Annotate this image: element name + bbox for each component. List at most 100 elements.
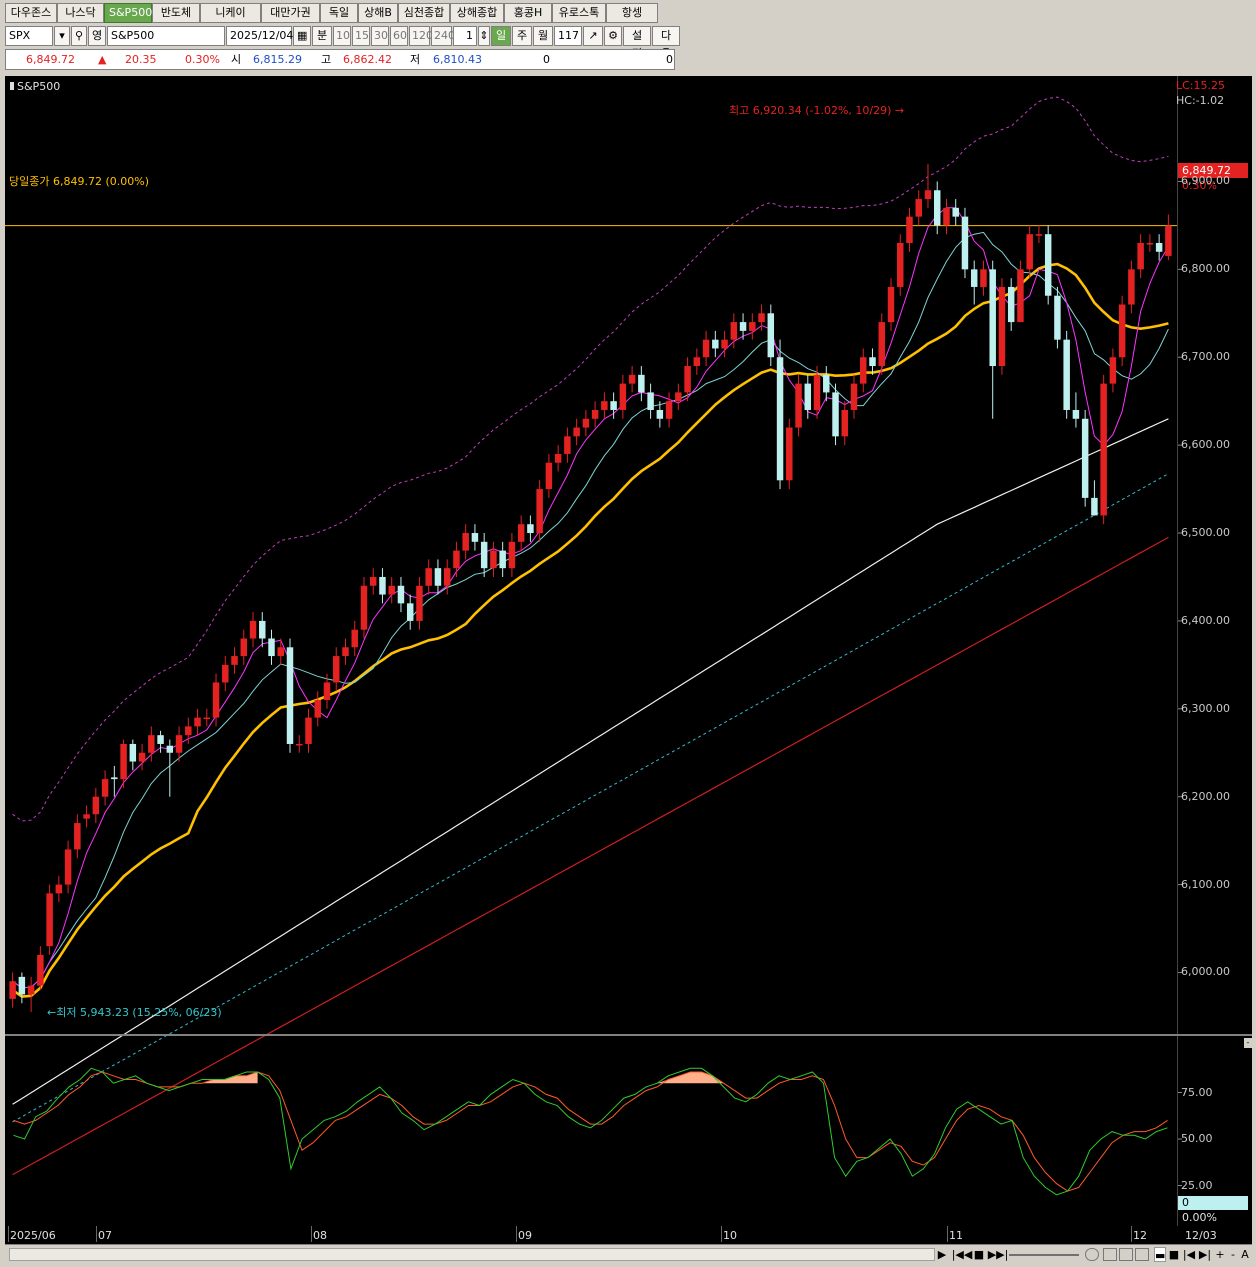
calendar-icon[interactable]: ▦ [293,25,311,46]
stop-icon[interactable]: ■ [973,1247,985,1262]
symbol-name-field[interactable]: S&P500 [107,25,225,46]
previous-icon[interactable]: |◀ [1182,1247,1196,1262]
zoom-slider[interactable] [1009,1254,1079,1256]
date-axis-tick [516,1226,517,1242]
scroll-right-icon[interactable]: ▶ [936,1247,948,1262]
minute-button[interactable]: 분 [312,25,332,46]
candle-body [18,976,26,995]
auto-scale-icon[interactable]: A [1239,1247,1251,1262]
up-arrow-icon: ▲ [98,53,107,66]
split-icon[interactable] [1135,1248,1149,1261]
chart-scrollbar[interactable]: ▶ |◀◀ ■ ▶▶| ▬ ■ |◀ ▶| + - A [5,1244,1252,1264]
candle-body [83,814,90,819]
tab-10[interactable]: 홍콩H [504,3,552,23]
candle-body [101,779,109,797]
dropdown-arrow-icon[interactable]: ▾ [54,25,70,46]
symbol-code-field[interactable]: SPX [5,25,53,46]
stop-square-icon[interactable]: ■ [1168,1247,1180,1262]
bar-count-field[interactable]: 117 [554,25,582,46]
settings-button[interactable]: 설정 [623,25,651,60]
period-button-240[interactable]: 240 [431,25,455,46]
period-button-15[interactable]: 15 [352,25,370,46]
price-chart[interactable] [5,76,1252,1264]
spin-icon[interactable]: ⇕ [478,25,490,46]
scroll-track[interactable] [9,1248,935,1261]
candle-body [46,893,53,947]
period-button-60[interactable]: 60 [390,25,408,46]
grid-icon[interactable] [1119,1248,1133,1261]
candle-body [517,524,525,542]
candle-body [943,207,950,226]
tab-1[interactable]: 나스닥 [57,3,104,23]
tab-11[interactable]: 유로스톡 [552,3,606,23]
zoom-out-icon[interactable]: - [1227,1247,1239,1262]
candle-body [1100,383,1107,516]
candle-body [721,339,728,349]
candle-body [1137,242,1144,270]
ma120-line [12,536,1169,1176]
search-icon[interactable]: ⚲ [71,25,87,46]
candle-body [212,682,220,718]
tab-4[interactable]: 니케이 [200,3,261,23]
gear-icon[interactable]: ⚙ [604,25,622,46]
zoom-icon[interactable] [1085,1248,1099,1261]
tab-3[interactable]: 반도체 [152,3,200,23]
candle-body [453,550,460,569]
candle-body [869,357,876,367]
tab-12[interactable]: 항셍 [606,3,658,23]
indicator-icon[interactable]: ↗ [583,25,603,46]
candle-body [480,541,488,569]
next-button[interactable]: 다음 [652,25,680,60]
period-count-field[interactable]: 1 [453,25,477,46]
candle-body [656,409,664,419]
pane-collapse-icon[interactable]: - [1244,1038,1252,1048]
period-button-30[interactable]: 30 [371,25,389,46]
day-button[interactable]: 일 [491,25,511,46]
first-page-icon[interactable]: |◀◀ [951,1247,973,1262]
period-button-120[interactable]: 120 [409,25,433,46]
candle-body [1007,286,1015,323]
candle-body [120,743,127,780]
tab-8[interactable]: 심천종합 [398,3,450,23]
chart-title: S&P500 [10,80,60,93]
candle-body [1044,234,1052,296]
candle-body [129,743,137,762]
candle-body [499,550,506,569]
candle-body [850,383,858,410]
candle-body [906,216,913,243]
candle-body [1063,339,1070,410]
next-page-icon[interactable]: ▶| [1198,1247,1212,1262]
candle-body [175,735,183,753]
minimize-icon[interactable]: ▬ [1154,1247,1166,1262]
tab-0[interactable]: 다우존스 [5,3,57,23]
candle-body [841,409,849,437]
candle-body [1128,269,1135,305]
quote-high: 6,862.42 [343,53,392,66]
week-button[interactable]: 주 [512,25,532,46]
candle-body [628,374,636,384]
month-button[interactable]: 월 [533,25,553,46]
lock-toggle[interactable]: 영 [88,25,106,46]
tab-7[interactable]: 상해B [358,3,398,23]
candle-body [897,242,904,287]
tab-9[interactable]: 상해종합 [450,3,504,23]
candle-body [813,374,821,410]
date-axis-label: 11 [949,1229,963,1242]
candle-body [240,638,248,657]
tab-5[interactable]: 대만가권 [261,3,320,23]
stochastic-d-line [13,1071,1168,1192]
ma20-line [11,262,1169,998]
view-icon[interactable] [1103,1248,1117,1261]
last-page-icon[interactable]: ▶▶| [987,1247,1009,1262]
chart-panel[interactable]: S&P500 최고 6,920.34 (-1.02%, 10/29) → ←최저… [5,76,1252,1264]
pane-splitter[interactable] [5,1034,1252,1036]
date-field[interactable]: 2025/12/04 [226,25,293,46]
candle-body [776,357,784,481]
tab-2[interactable]: S&P500 [104,3,152,23]
candle-body [832,392,839,437]
tab-6[interactable]: 독일 [320,3,358,23]
period-button-10[interactable]: 10 [333,25,351,46]
zoom-in-icon[interactable]: + [1214,1247,1226,1262]
candle-body [1146,242,1154,245]
candle-body [1109,357,1117,384]
